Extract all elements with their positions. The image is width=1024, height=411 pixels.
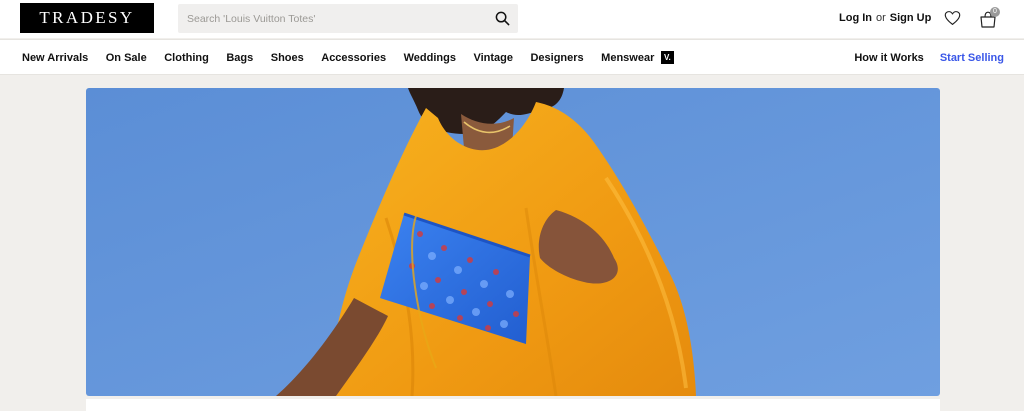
nav-item-bags[interactable]: Bags [226,52,253,64]
nav-item-designers[interactable]: Designers [530,52,583,64]
nav-item-clothing[interactable]: Clothing [164,52,209,64]
login-link[interactable]: Log In [839,12,872,24]
start-selling-link[interactable]: Start Selling [940,52,1004,64]
main-nav: New Arrivals On Sale Clothing Bags Shoes… [0,39,1024,75]
tradesy-logo[interactable]: TRADESY [20,3,154,33]
nav-item-on-sale[interactable]: On Sale [106,52,147,64]
cart-count-badge: 0 [990,7,1000,17]
nav-item-vintage[interactable]: Vintage [473,52,513,64]
search-bar [178,4,518,33]
utility-nav: How it Works Start Selling [854,40,1004,75]
nav-item-shoes[interactable]: Shoes [271,52,304,64]
signup-link[interactable]: Sign Up [890,12,932,24]
or-text: or [876,12,886,24]
search-icon[interactable] [495,11,510,26]
hero-banner[interactable] [86,88,940,396]
nav-item-accessories[interactable]: Accessories [321,52,386,64]
cart-button[interactable]: 0 [979,7,1001,30]
nav-item-menswear[interactable]: Menswear [601,52,654,64]
menswear-v-badge[interactable]: V. [660,51,674,64]
nav-item-new-arrivals[interactable]: New Arrivals [22,52,88,64]
nav-item-weddings[interactable]: Weddings [404,52,456,64]
auth-links: Log In or Sign Up [839,12,931,24]
category-nav: New Arrivals On Sale Clothing Bags Shoes… [22,40,674,75]
top-header: TRADESY Log In or Sign Up 0 [0,0,1024,38]
content-card-top-edge [86,399,940,411]
search-input[interactable] [178,4,478,33]
heart-icon[interactable] [944,10,961,26]
hero-image [86,88,940,396]
how-it-works-link[interactable]: How it Works [854,52,923,64]
